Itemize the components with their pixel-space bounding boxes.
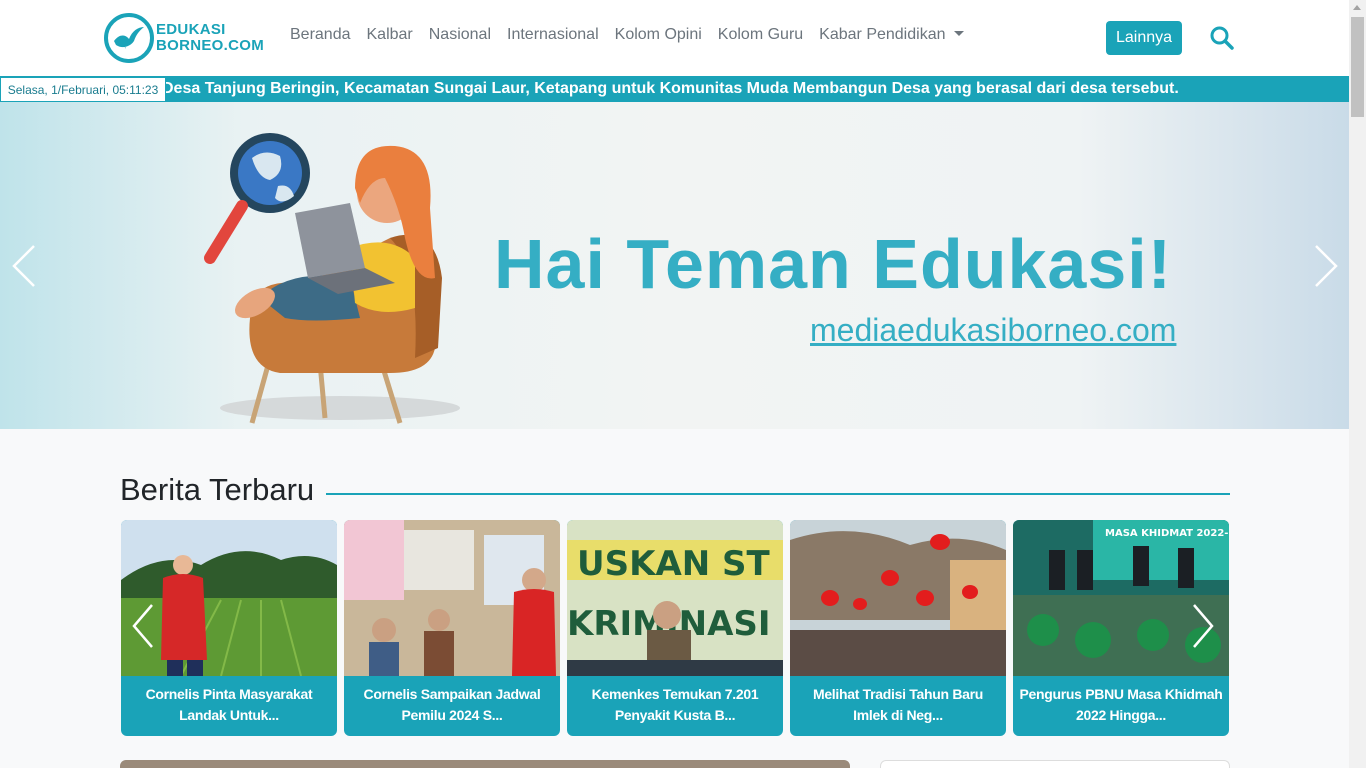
news-card[interactable]: Cornelis Sampaikan Jadwal Pemilu 2024 S.… (344, 520, 560, 736)
svg-text:USKAN ST: USKAN ST (577, 544, 771, 584)
brand-line-2: BORNEO.COM (156, 37, 264, 54)
scrollbar-thumb[interactable] (1351, 17, 1364, 117)
section-title-latest-news: Berita Terbaru (120, 472, 315, 507)
nav-item-kolom-opini[interactable]: Kolom Opini (607, 26, 710, 44)
news-card-title[interactable]: Cornelis Pinta Masyarakat Landak Untuk..… (121, 676, 337, 736)
hero-url[interactable]: mediaedukasiborneo.com (810, 312, 1176, 349)
nav-item-kalbar[interactable]: Kalbar (359, 26, 421, 44)
nav-item-nasional[interactable]: Nasional (421, 26, 499, 44)
news-ticker: Desa Tanjung Beringin, Kecamatan Sungai … (0, 76, 1349, 102)
ticker-text[interactable]: Desa Tanjung Beringin, Kecamatan Sungai … (162, 80, 1179, 98)
news-card-title[interactable]: Kemenkes Temukan 7.201 Penyakit Kusta B.… (567, 676, 783, 736)
carousel-prev-arrow-icon[interactable] (132, 603, 154, 649)
sidebar-panel (880, 760, 1230, 768)
hero-illustration (204, 133, 460, 424)
news-card-image: USKAN ST KRIMINASI K (567, 520, 783, 676)
featured-news-image[interactable] (120, 760, 850, 768)
news-card-title[interactable]: Cornelis Sampaikan Jadwal Pemilu 2024 S.… (344, 676, 560, 736)
scroll-up-arrow-icon[interactable] (1353, 5, 1361, 10)
news-card-image (121, 520, 337, 676)
navbar: EDUKASI BORNEO.COM Beranda Kalbar Nasion… (0, 0, 1349, 76)
nav-item-internasional[interactable]: Internasional (499, 26, 607, 44)
page-scrollbar[interactable] (1349, 0, 1366, 768)
search-icon[interactable] (1209, 25, 1235, 51)
date-time: Selasa, 1/Februari, 05:11:23 (0, 77, 166, 102)
caret-down-icon (954, 31, 965, 36)
hero-title: Hai Teman Edukasi! (494, 225, 1173, 303)
brand-name: EDUKASI BORNEO.COM (156, 22, 264, 54)
news-card-title[interactable]: Pengurus PBNU Masa Khidmah 2022 Hingga..… (1013, 676, 1229, 736)
carousel-next-arrow-icon[interactable] (1192, 603, 1214, 649)
news-card[interactable]: Melihat Tradisi Tahun Baru Imlek di Neg.… (790, 520, 1006, 736)
news-card[interactable]: USKAN ST KRIMINASI K Kemenkes Temukan 7.… (567, 520, 783, 736)
news-card-image: MASA KHIDMAT 2022-20 (1013, 520, 1229, 676)
nav-item-beranda[interactable]: Beranda (282, 26, 359, 44)
news-card-image (344, 520, 560, 676)
site-logo[interactable]: EDUKASI BORNEO.COM (104, 12, 268, 64)
news-card-title[interactable]: Melihat Tradisi Tahun Baru Imlek di Neg.… (790, 676, 1006, 736)
news-carousel: Cornelis Pinta Masyarakat Landak Untuk..… (121, 520, 1229, 736)
nav-item-kolom-guru[interactable]: Kolom Guru (710, 26, 811, 44)
hero-prev-arrow-icon[interactable] (10, 244, 40, 288)
section-divider (326, 493, 1230, 495)
nav-dropdown-kabar-pendidikan[interactable]: Kabar Pendidikan (811, 26, 972, 44)
hero-banner: Hai Teman Edukasi! mediaedukasiborneo.co… (0, 102, 1349, 429)
svg-text:MASA KHIDMAT 2022-20: MASA KHIDMAT 2022-20 (1105, 528, 1229, 539)
hero-next-arrow-icon[interactable] (1310, 244, 1340, 288)
bird-logo-icon (104, 13, 154, 63)
news-card-image (790, 520, 1006, 676)
brand-line-1: EDUKASI (156, 21, 226, 38)
nav-dropdown-label: Kabar Pendidikan (819, 26, 946, 43)
more-button[interactable]: Lainnya (1106, 21, 1182, 55)
main-nav: Beranda Kalbar Nasional Internasional Ko… (282, 26, 972, 44)
